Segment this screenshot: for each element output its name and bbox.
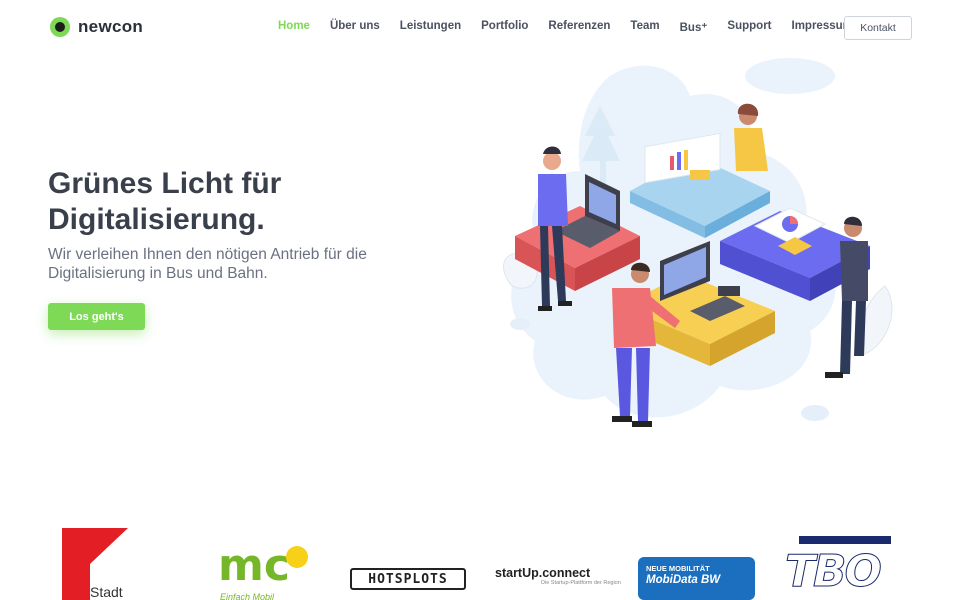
main-menu: Home Über uns Leistungen Portfolio Refer…	[278, 20, 873, 34]
partner-logo-mobidata-bw[interactable]: NEUE MOBILITÄT MobiData BW	[638, 557, 755, 600]
brand-logo[interactable]: newcon	[50, 17, 143, 37]
tbo-bar-icon	[799, 536, 891, 544]
partner-logo-stadt[interactable]: Stadt	[60, 528, 140, 600]
partner-logo-einfach-mobil[interactable]: mc Einfach Mobil	[218, 544, 313, 600]
nav-item-ueber-uns[interactable]: Über uns	[330, 20, 380, 34]
contact-button[interactable]: Kontakt	[844, 16, 912, 40]
mobidata-line2: MobiData BW	[646, 574, 721, 586]
nav-item-bus-plus[interactable]: Bus⁺	[680, 20, 708, 34]
logo-icon	[50, 17, 70, 37]
nav-item-team[interactable]: Team	[630, 20, 659, 34]
hero-subtitle: Wir verleihen Ihnen den nötigen Antrieb …	[48, 246, 367, 282]
partner-logo-tbo[interactable]: TBO	[785, 536, 893, 600]
stadt-label: Stadt	[90, 584, 123, 600]
nav-item-referenzen[interactable]: Referenzen	[548, 20, 610, 34]
startup-connect-label: startUp.connect	[495, 566, 591, 580]
nav-item-leistungen[interactable]: Leistungen	[400, 20, 461, 34]
startup-connect-subline: Die Startup-Plattform der Region	[541, 580, 621, 586]
partner-logos: Stadt mc Einfach Mobil HOTSPLOTS startUp…	[0, 520, 960, 600]
hero-title: Grünes Licht für Digitalisierung.	[48, 167, 282, 236]
partner-logo-startup-connect[interactable]: startUp.connect Die Startup-Plattform de…	[495, 566, 621, 592]
mobidata-line1: NEUE MOBILITÄT	[646, 564, 710, 573]
einfach-mobil-tagline: Einfach Mobil	[220, 592, 275, 600]
tbo-label: TBO	[785, 546, 883, 598]
brand-name: newcon	[78, 17, 144, 36]
cta-button[interactable]: Los geht's	[48, 303, 145, 330]
nav-item-support[interactable]: Support	[727, 20, 771, 34]
partner-logo-hotsplots[interactable]: HOTSPLOTS	[350, 568, 466, 590]
top-navigation: newcon Home Über uns Leistungen Portfoli…	[0, 0, 960, 56]
nav-item-home[interactable]: Home	[278, 20, 310, 34]
team-puzzle-illustration-icon	[503, 58, 893, 427]
nav-item-portfolio[interactable]: Portfolio	[481, 20, 528, 34]
stadt-emblem-icon	[62, 528, 90, 600]
